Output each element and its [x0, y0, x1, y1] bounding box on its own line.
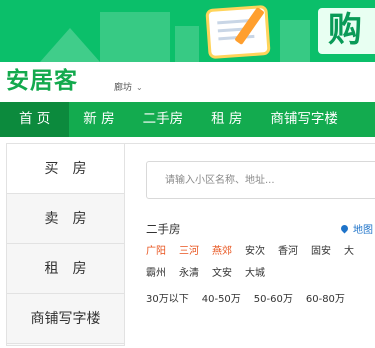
site-logo[interactable]: 安居客	[6, 66, 78, 96]
search-input[interactable]	[146, 161, 375, 199]
search-type-tabs: 买 房 卖 房 租 房 商铺写字楼	[6, 143, 125, 346]
district-link[interactable]: 文安	[212, 264, 232, 279]
district-link[interactable]: 香河	[278, 242, 298, 257]
city-name: 廊坊	[114, 83, 133, 93]
nav-item-commercial[interactable]: 商铺写字楼	[256, 102, 352, 137]
district-link[interactable]: 三河	[179, 242, 199, 257]
banner-tree-shape	[40, 28, 100, 62]
district-link[interactable]: 大	[344, 242, 354, 257]
nav-item-second-hand[interactable]: 二手房	[129, 102, 198, 137]
district-link[interactable]: 大城	[245, 264, 265, 279]
nav-item-rent[interactable]: 租 房	[197, 102, 256, 137]
nav-item-new-homes[interactable]: 新 房	[69, 102, 128, 137]
main-nav: 首 页 新 房 二手房 租 房 商铺写字楼	[0, 102, 375, 137]
map-link-label: 地图	[353, 225, 373, 236]
price-row: 30万以下 40-50万 50-60万 60-80万	[146, 290, 358, 305]
city-selector[interactable]: 廊坊 ⌄	[114, 80, 143, 93]
map-pin-icon	[339, 223, 350, 234]
tab-rent[interactable]: 租 房	[7, 244, 124, 294]
nav-item-home[interactable]: 首 页	[0, 102, 70, 137]
banner-headline: 购	[328, 10, 362, 50]
district-link[interactable]: 广阳	[146, 242, 166, 257]
district-link[interactable]: 安次	[245, 242, 265, 257]
district-link[interactable]: 霸州	[146, 264, 166, 279]
price-filter-link[interactable]: 40-50万	[202, 290, 241, 305]
district-row: 广阳 三河 燕郊 安次 香河 固安 大	[146, 242, 367, 257]
tab-commercial[interactable]: 商铺写字楼	[7, 294, 124, 344]
banner-building-shape	[280, 20, 310, 62]
tab-buy[interactable]: 买 房	[7, 144, 124, 194]
banner-building-shape	[100, 12, 170, 62]
banner-building-shape	[175, 26, 199, 62]
top-banner[interactable]: 购	[0, 0, 375, 62]
district-link[interactable]: 燕郊	[212, 242, 232, 257]
district-row: 霸州 永清 文安 大城	[146, 264, 278, 279]
price-filter-link[interactable]: 60-80万	[306, 290, 345, 305]
district-link[interactable]: 永清	[179, 264, 199, 279]
chevron-down-icon: ⌄	[136, 83, 143, 92]
district-link[interactable]: 固安	[311, 242, 331, 257]
price-filter-link[interactable]: 50-60万	[254, 290, 293, 305]
price-filter-link[interactable]: 30万以下	[146, 290, 189, 305]
map-link[interactable]: 地图	[339, 221, 373, 236]
section-title: 二手房	[146, 222, 181, 236]
tab-sell[interactable]: 卖 房	[7, 194, 124, 244]
